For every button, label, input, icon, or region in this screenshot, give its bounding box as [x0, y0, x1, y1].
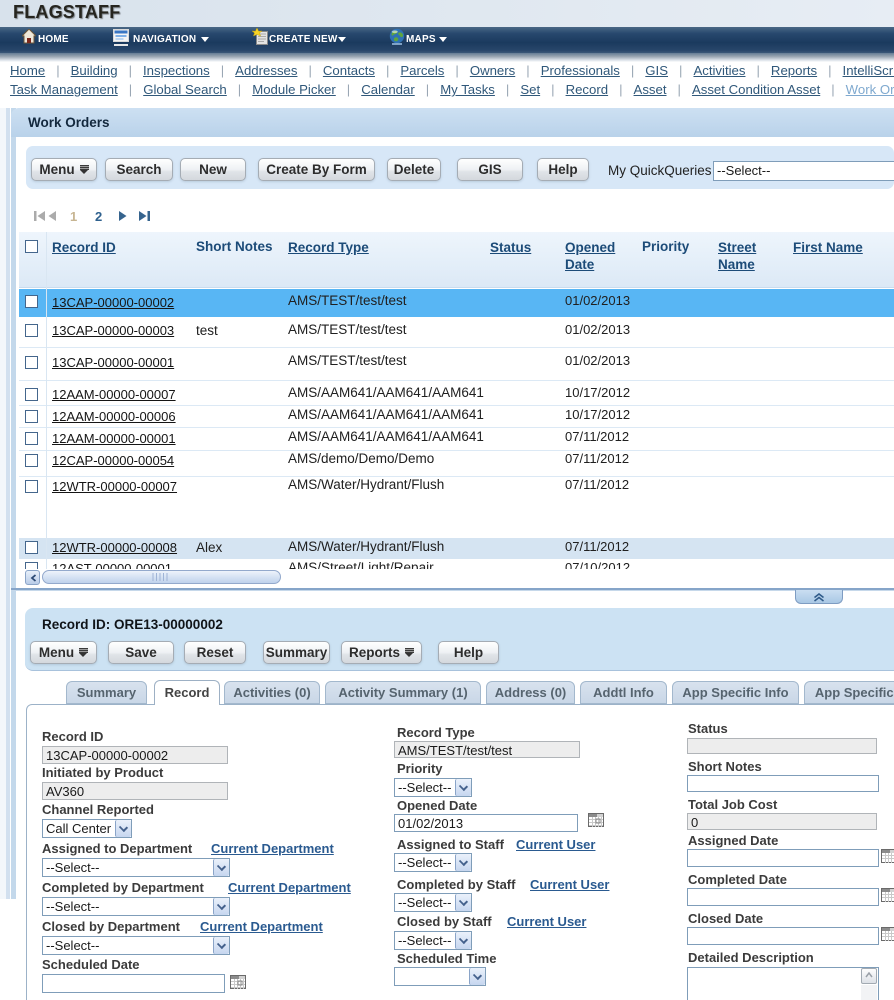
svg-text:2: 2	[95, 210, 102, 223]
svg-text:1: 1	[70, 210, 77, 223]
